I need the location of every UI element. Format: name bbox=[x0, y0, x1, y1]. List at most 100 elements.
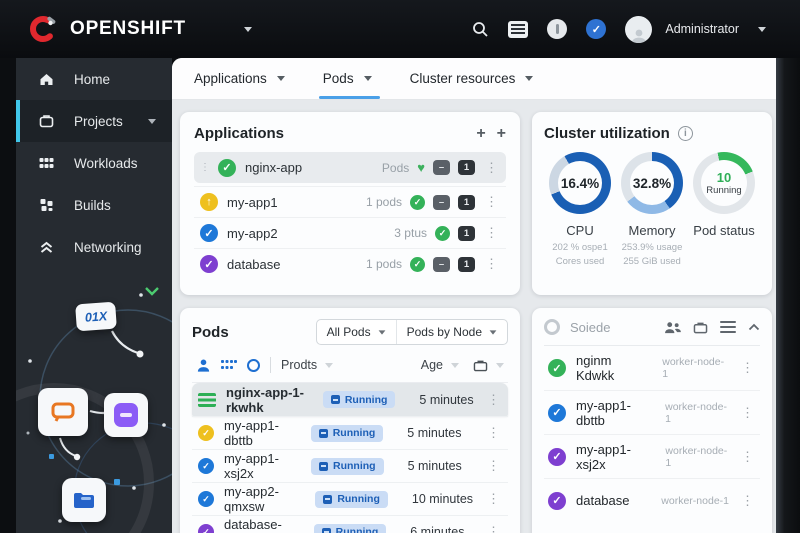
topology-illustration: ÷ 01X bbox=[16, 283, 172, 533]
node-pods-panel: Soiede ✓ nginm Kdwkk worker-node-1 ⋮ ✓ m… bbox=[532, 308, 772, 533]
perspective-caret-icon[interactable] bbox=[243, 26, 252, 32]
sidebar-item-home[interactable]: Home bbox=[16, 58, 172, 100]
cpu-detail: 202 % ospe1 Cores used bbox=[552, 242, 608, 268]
node-badge-label: 01X bbox=[84, 308, 108, 325]
status-badge: Running bbox=[310, 424, 384, 442]
avatar[interactable] bbox=[625, 15, 653, 43]
pod-row[interactable]: ✓ my-app1-dbttb Running 5 minutes ⋮ bbox=[192, 416, 508, 449]
sidebar-item-label: Home bbox=[74, 71, 111, 87]
running-status-icon bbox=[321, 527, 331, 533]
kebab-menu-icon[interactable]: ⋮ bbox=[483, 194, 500, 210]
briefcase-icon bbox=[473, 360, 488, 371]
pod-row[interactable]: ✓ my-app1-xsj2x Running 5 minutes ⋮ bbox=[192, 449, 508, 482]
add-resource-button[interactable]: + bbox=[497, 125, 506, 142]
pods-count: 1 pods bbox=[365, 257, 402, 271]
running-status-icon bbox=[330, 395, 340, 404]
pod-row[interactable]: ✓ database-sfwbv Running 6 minutes ⋮ bbox=[192, 515, 508, 533]
pod-name: my-app1-xsj2x bbox=[224, 451, 279, 481]
sidebar-item-projects[interactable]: Projects bbox=[16, 100, 172, 142]
app-node-card bbox=[104, 393, 148, 437]
user-menu-caret-icon[interactable] bbox=[758, 26, 766, 32]
pod-name: database bbox=[576, 493, 630, 508]
kebab-menu-icon[interactable]: ⋮ bbox=[483, 225, 500, 241]
search-icon[interactable] bbox=[472, 21, 489, 38]
kebab-menu-icon[interactable]: ⋮ bbox=[739, 405, 756, 421]
node-pod-row[interactable]: ✓ my-app1-dbttb worker-node-1 ⋮ bbox=[544, 390, 760, 434]
filter-label: All Pods bbox=[326, 325, 371, 339]
people-icon[interactable] bbox=[664, 321, 681, 334]
pod-running-count: 10 bbox=[716, 170, 732, 185]
kebab-menu-icon[interactable]: ⋮ bbox=[485, 392, 502, 408]
pod-row-nginx[interactable]: nginx-app-1-rkwhk Running 5 minutes ⋮ bbox=[192, 383, 508, 416]
node-pod-row[interactable]: ✓ my-app1-xsj2x worker-node-1 ⋮ bbox=[544, 434, 760, 478]
pod-running-state: Running bbox=[706, 185, 742, 196]
kebab-menu-icon[interactable]: ⋮ bbox=[739, 493, 756, 509]
chevron-down-icon bbox=[378, 329, 386, 335]
top-header: OPENSHIFT ✓ Administrator bbox=[0, 0, 800, 58]
kebab-menu-icon[interactable]: ⋮ bbox=[739, 449, 756, 465]
kebab-menu-icon[interactable]: ⋮ bbox=[483, 160, 500, 176]
sidebar-item-builds[interactable]: Builds bbox=[16, 184, 172, 226]
notification-icon[interactable] bbox=[547, 19, 568, 39]
application-row-database[interactable]: ✓ database 1 pods ✓ – 1 ⋮ bbox=[194, 248, 506, 279]
kebab-menu-icon[interactable]: ⋮ bbox=[485, 524, 502, 533]
filter-pods-by-node[interactable]: Pods by Node bbox=[395, 320, 507, 344]
filter-label: Pods by Node bbox=[406, 325, 482, 339]
status-warning-icon: ↑ bbox=[200, 193, 218, 211]
node-label: worker-node-1 bbox=[665, 444, 728, 469]
collapse-chevron-icon[interactable] bbox=[748, 323, 760, 331]
memory-donut-chart: 32.8% bbox=[621, 152, 683, 214]
kebab-menu-icon[interactable]: ⋮ bbox=[485, 491, 502, 507]
sidebar-item-networking[interactable]: Networking bbox=[16, 226, 172, 268]
user-name[interactable]: Administrator bbox=[665, 22, 739, 36]
pod-name: database-sfwbv bbox=[224, 517, 282, 533]
pod-row[interactable]: ✓ my-app2-qmxsw Running 10 minutes ⋮ bbox=[192, 482, 508, 515]
application-row-my-app1[interactable]: ↑ my-app1 1 pods ✓ – 1 ⋮ bbox=[194, 186, 506, 217]
tab-pods[interactable]: Pods bbox=[318, 58, 380, 99]
node-pod-row[interactable]: ✓ database worker-node-1 ⋮ bbox=[544, 478, 760, 522]
project-icon[interactable] bbox=[693, 321, 708, 334]
ring-filter-icon[interactable] bbox=[247, 358, 260, 372]
brand: OPENSHIFT bbox=[28, 14, 186, 44]
badge-count: 1 bbox=[458, 160, 475, 175]
openshift-console: OPENSHIFT ✓ Administrator Home Projects … bbox=[0, 0, 800, 533]
application-row-my-app2[interactable]: ✓ my-app2 3 ptus ✓ 1 ⋮ bbox=[194, 217, 506, 248]
kebab-menu-icon[interactable]: ⋮ bbox=[485, 425, 502, 441]
resource-dropdown[interactable]: Prodts bbox=[281, 358, 334, 372]
tab-cluster-resources[interactable]: Cluster resources bbox=[410, 58, 534, 99]
pod-name: nginx-app-1-rkwhk bbox=[226, 384, 304, 415]
kebab-menu-icon[interactable]: ⋮ bbox=[739, 360, 756, 376]
projects-icon bbox=[39, 115, 54, 128]
project-dropdown[interactable] bbox=[473, 359, 504, 372]
status-success-icon: ✓ bbox=[548, 359, 566, 377]
sort-by-age-dropdown[interactable]: Age bbox=[421, 358, 459, 372]
status-success-icon: ✓ bbox=[198, 491, 214, 507]
grid-view-icon[interactable] bbox=[221, 359, 237, 371]
memory-detail: 253.9% usage 255 GiB used bbox=[621, 242, 683, 268]
user-filter-icon[interactable] bbox=[196, 358, 211, 373]
cluster-utilization-panel: Cluster utilization i 16.4% CPU 202 % os… bbox=[532, 112, 772, 295]
console-apps-icon[interactable] bbox=[508, 20, 529, 38]
chevron-down-icon bbox=[148, 118, 156, 124]
node-panel-title: Soiede bbox=[570, 319, 611, 335]
drag-handle-icon[interactable]: ⋮ bbox=[200, 162, 210, 173]
memory-label: Memory bbox=[628, 223, 676, 238]
node-pod-row[interactable]: ✓ nginm Kdwkk worker-node-1 ⋮ bbox=[544, 346, 760, 390]
kebab-menu-icon[interactable]: ⋮ bbox=[485, 458, 502, 474]
builds-icon bbox=[40, 199, 53, 211]
list-icon[interactable] bbox=[720, 321, 736, 333]
filter-all-pods[interactable]: All Pods bbox=[317, 320, 396, 344]
pod-age: 6 minutes bbox=[410, 525, 465, 533]
kebab-menu-icon[interactable]: ⋮ bbox=[483, 256, 500, 272]
application-name: my-app2 bbox=[227, 225, 278, 241]
sidebar-item-workloads[interactable]: Workloads bbox=[16, 142, 172, 184]
verified-status-icon[interactable]: ✓ bbox=[586, 19, 607, 39]
running-status-icon bbox=[319, 461, 329, 471]
add-application-button[interactable]: + bbox=[476, 125, 485, 142]
application-row-nginx-app[interactable]: ⋮ ✓ nginx-app Pods ♥ – 1 ⋮ bbox=[194, 152, 506, 183]
status-sync-icon: ✓ bbox=[200, 224, 218, 242]
age-label: Age bbox=[420, 358, 443, 372]
tab-applications[interactable]: Applications bbox=[194, 58, 285, 99]
status-success-icon: ✓ bbox=[410, 256, 425, 272]
info-icon[interactable]: i bbox=[677, 126, 693, 141]
